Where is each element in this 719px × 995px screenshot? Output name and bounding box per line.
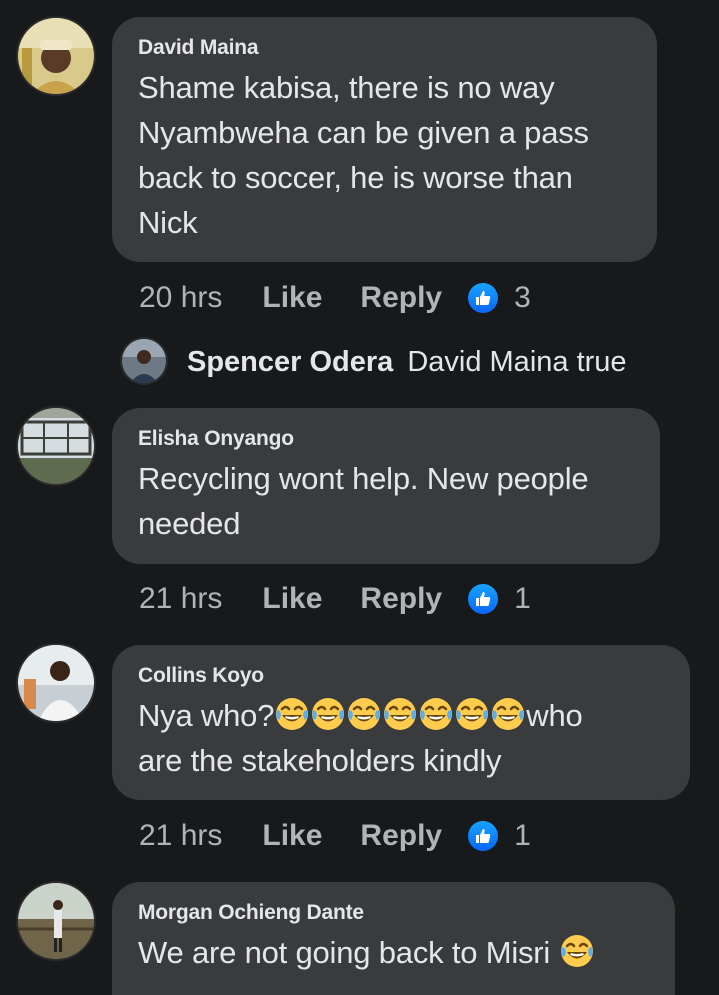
- comment-author[interactable]: Elisha Onyango: [138, 426, 634, 452]
- reaction-count[interactable]: 3: [514, 281, 531, 315]
- thumbs-up-icon[interactable]: [468, 283, 499, 313]
- comment-author[interactable]: Morgan Ochieng Dante: [138, 900, 649, 926]
- comment-text: We are not going back to Misri: [138, 930, 649, 975]
- tears-of-joy-emoji-icon: [346, 696, 382, 732]
- avatar[interactable]: [18, 645, 94, 721]
- reply-button[interactable]: Reply: [360, 819, 442, 853]
- comment-line: Shame kabisa, there is no way: [138, 70, 555, 105]
- comment-line: Recycling wont help. New people: [138, 461, 589, 496]
- reply-comment: Spencer Odera David Maina true: [187, 340, 627, 384]
- comment-line: needed: [138, 506, 241, 541]
- like-button[interactable]: Like: [262, 582, 322, 616]
- comment-bubble: Morgan Ochieng Dante We are not going ba…: [112, 882, 675, 995]
- comment-line: Nyambweha can be given a pass: [138, 115, 589, 150]
- timestamp[interactable]: 21 hrs: [139, 582, 222, 616]
- comment-text-part: Nya who?: [138, 698, 275, 733]
- reaction-count[interactable]: 1: [514, 582, 531, 616]
- tears-of-joy-emoji-icon: [274, 696, 310, 732]
- comment-bubble: David Maina Shame kabisa, there is no wa…: [112, 17, 657, 262]
- comment-actions: 21 hrs Like Reply 1: [139, 579, 531, 619]
- reply-button[interactable]: Reply: [360, 281, 442, 315]
- reply-text: David Maina true: [407, 345, 627, 378]
- tears-of-joy-emoji-icon: [559, 933, 595, 969]
- like-button[interactable]: Like: [262, 819, 322, 853]
- avatar[interactable]: [18, 408, 94, 484]
- avatar[interactable]: [18, 18, 94, 94]
- comment-actions: 21 hrs Like Reply 1: [139, 816, 531, 856]
- timestamp[interactable]: 21 hrs: [139, 819, 222, 853]
- comment-line: Nya who? who: [138, 693, 664, 738]
- comment-text-part: We are not going back to Misri: [138, 935, 551, 970]
- comment-text: Shame kabisa, there is no way Nyambweha …: [138, 65, 631, 245]
- comment-bubble: Elisha Onyango Recycling wont help. New …: [112, 408, 660, 564]
- thumbs-up-icon[interactable]: [468, 821, 499, 851]
- avatar[interactable]: [122, 339, 166, 383]
- comment-bubble: Collins Koyo Nya who? who are the stakeho…: [112, 645, 690, 800]
- tears-of-joy-emoji-icon: [310, 696, 346, 732]
- tears-of-joy-emoji-icon: [418, 696, 454, 732]
- comment-actions: 20 hrs Like Reply 3: [139, 278, 531, 318]
- tears-of-joy-emoji-icon: [490, 696, 526, 732]
- thumbs-up-icon[interactable]: [468, 584, 499, 614]
- reply-author[interactable]: Spencer Odera: [187, 346, 393, 379]
- like-button[interactable]: Like: [262, 281, 322, 315]
- comment-text: Nya who? who are the stakeholders kindly: [138, 693, 664, 783]
- reply-button[interactable]: Reply: [360, 582, 442, 616]
- comment-author[interactable]: David Maina: [138, 35, 631, 61]
- comment-line: Nick: [138, 205, 198, 240]
- avatar[interactable]: [18, 883, 94, 959]
- comment-text: Recycling wont help. New people needed: [138, 456, 634, 546]
- comment-line: back to soccer, he is worse than: [138, 160, 573, 195]
- reaction-count[interactable]: 1: [514, 819, 531, 853]
- tears-of-joy-emoji-icon: [454, 696, 490, 732]
- comment-line: are the stakeholders kindly: [138, 743, 502, 778]
- comment-author[interactable]: Collins Koyo: [138, 663, 664, 689]
- tears-of-joy-emoji-icon: [382, 696, 418, 732]
- comment-text-part: who: [526, 698, 583, 733]
- timestamp[interactable]: 20 hrs: [139, 281, 222, 315]
